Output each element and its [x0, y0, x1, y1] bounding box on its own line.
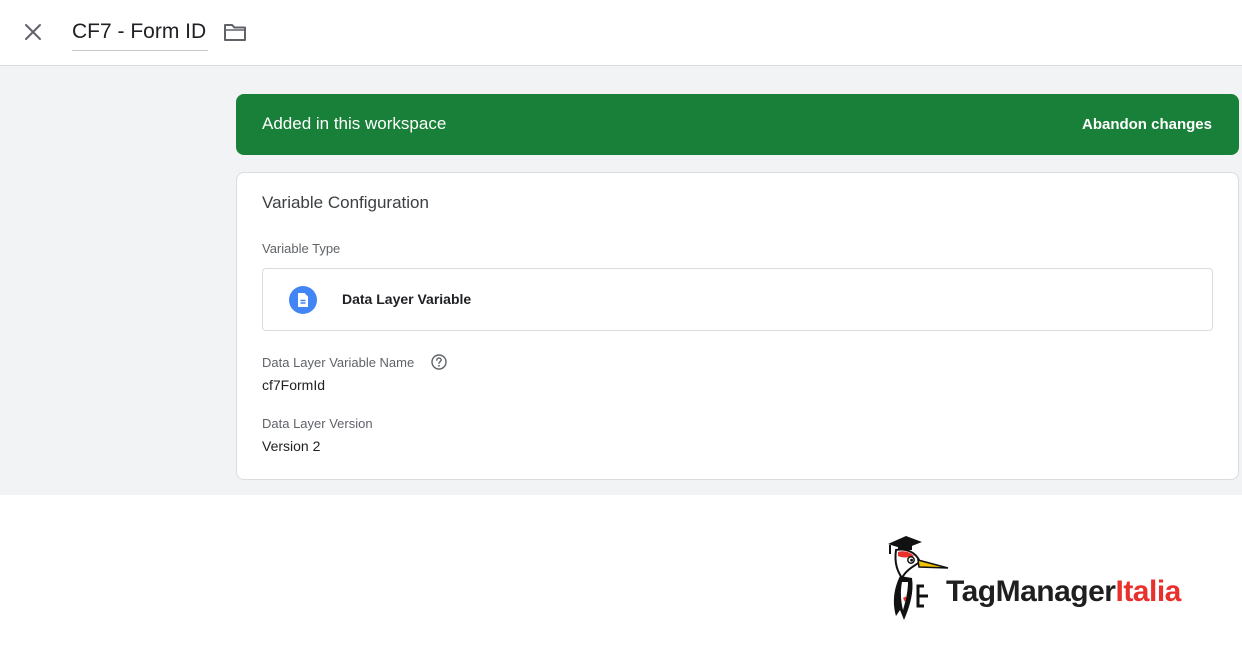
close-icon — [25, 24, 41, 40]
editor-content: Added in this workspace Abandon changes … — [0, 66, 1242, 495]
card-title: Variable Configuration — [262, 193, 429, 212]
logo-text-main: TagManager — [946, 575, 1116, 608]
workspace-status-text: Added in this workspace — [262, 114, 447, 133]
tagmanageritalia-logo: TagManagerItalia — [884, 532, 1204, 624]
abandon-changes-button[interactable]: Abandon changes — [1082, 115, 1212, 135]
variable-configuration-card: Variable Configuration Variable Type Dat… — [236, 172, 1239, 480]
workspace-status-banner: Added in this workspace Abandon changes — [236, 94, 1239, 155]
document-icon — [289, 286, 317, 314]
logo-wordmark: TagManagerItalia — [946, 574, 1181, 610]
top-bar: CF7 - Form ID — [0, 0, 1242, 66]
variable-title: CF7 - Form ID — [72, 20, 207, 43]
variable-name-field[interactable]: CF7 - Form ID — [72, 16, 209, 51]
data-layer-variable-name-label: Data Layer Variable Name — [262, 355, 415, 370]
folder-icon — [224, 24, 246, 41]
close-button[interactable] — [18, 17, 48, 47]
help-button[interactable] — [430, 353, 448, 371]
data-layer-variable-name-value: cf7FormId — [262, 377, 326, 393]
logo-text-accent: Italia — [1115, 575, 1181, 608]
help-icon — [431, 354, 447, 370]
folder-button[interactable] — [222, 21, 248, 43]
variable-type-label: Variable Type — [262, 241, 341, 256]
variable-type-selector[interactable]: Data Layer Variable — [262, 268, 1213, 331]
data-layer-version-value: Version 2 — [262, 438, 321, 454]
variable-type-name: Data Layer Variable — [342, 291, 472, 307]
woodpecker-mascot-icon — [888, 536, 949, 620]
data-layer-version-label: Data Layer Version — [262, 416, 373, 431]
